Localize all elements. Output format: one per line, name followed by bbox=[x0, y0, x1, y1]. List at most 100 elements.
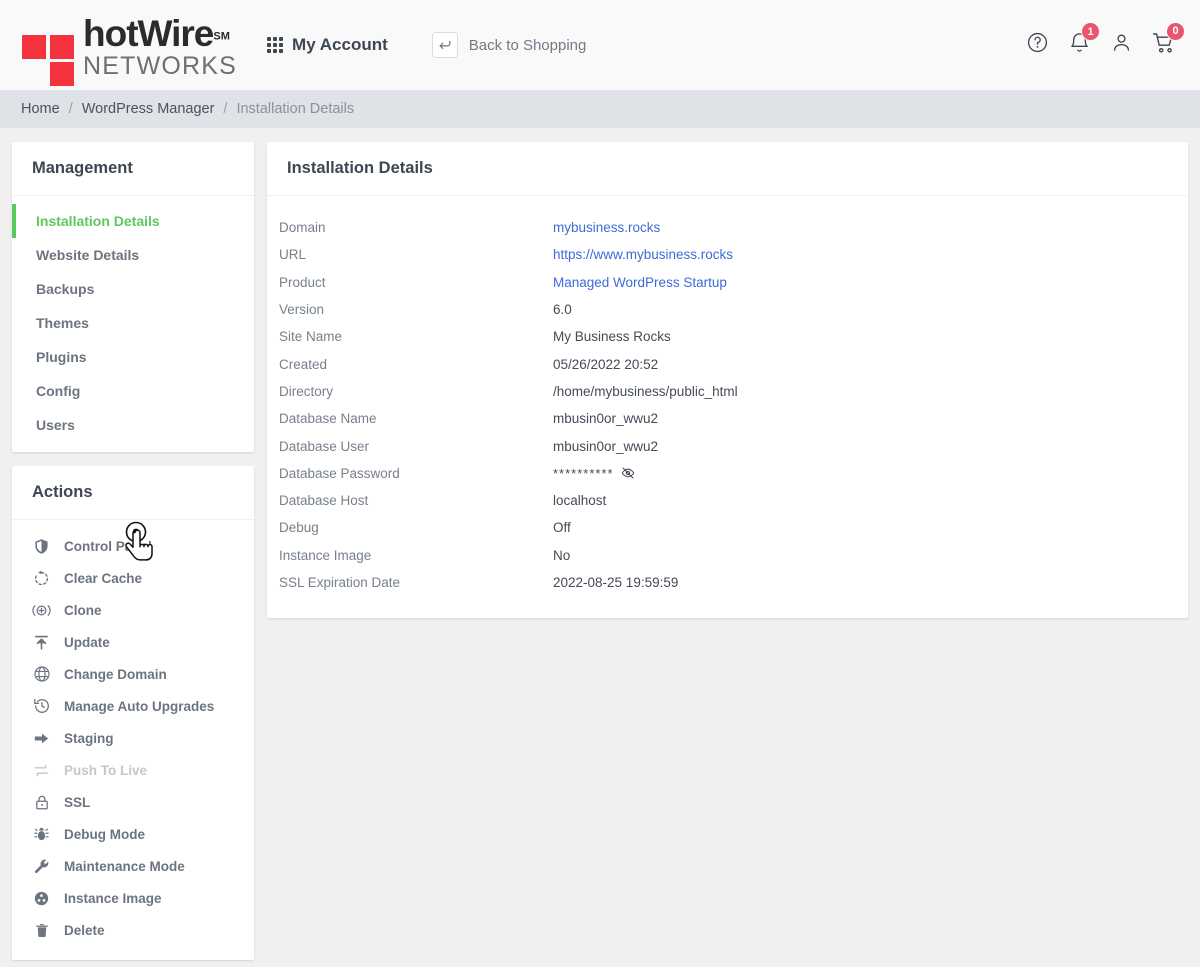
actions-panel: Actions Control Panel Clear Cache Clone … bbox=[12, 466, 254, 960]
action-label: Maintenance Mode bbox=[64, 858, 185, 874]
shield-icon bbox=[32, 537, 51, 556]
table-row: Debug Off bbox=[279, 514, 1168, 541]
row-label: SSL Expiration Date bbox=[279, 575, 401, 590]
action-clone[interactable]: Clone bbox=[12, 594, 254, 626]
action-label: Clone bbox=[64, 602, 102, 618]
masked-password: ********** bbox=[553, 465, 614, 481]
main-content: Installation Details Domain mybusiness.r… bbox=[267, 142, 1188, 619]
notifications-bell-icon[interactable]: 1 bbox=[1068, 22, 1100, 59]
action-label: Delete bbox=[64, 922, 105, 938]
row-value-domain[interactable]: mybusiness.rocks bbox=[553, 220, 660, 235]
action-debug-mode[interactable]: Debug Mode bbox=[12, 818, 254, 850]
actions-title: Actions bbox=[12, 466, 254, 520]
row-label: Domain bbox=[279, 220, 326, 236]
help-icon[interactable] bbox=[1026, 31, 1049, 59]
table-row: Database Password ********** bbox=[279, 460, 1168, 487]
row-value-created: 05/26/2022 20:52 bbox=[553, 356, 659, 372]
sidebar-item-website-details[interactable]: Website Details bbox=[12, 238, 254, 272]
lock-icon bbox=[32, 793, 51, 812]
table-row: Created 05/26/2022 20:52 bbox=[279, 350, 1168, 377]
shopping-cart-icon[interactable]: 0 bbox=[1152, 21, 1185, 60]
action-control-panel[interactable]: Control Panel bbox=[12, 530, 254, 562]
breadcrumb-separator: / bbox=[223, 101, 228, 117]
action-delete[interactable]: Delete bbox=[12, 914, 254, 946]
user-account-icon[interactable] bbox=[1110, 31, 1133, 59]
sidebar-item-themes[interactable]: Themes bbox=[12, 306, 254, 340]
row-value-product[interactable]: Managed WordPress Startup bbox=[553, 275, 727, 290]
row-label: Database User bbox=[279, 438, 370, 454]
row-value-site-name: My Business Rocks bbox=[553, 329, 671, 345]
action-staging[interactable]: Staging bbox=[12, 722, 254, 754]
management-title: Management bbox=[12, 142, 254, 196]
row-value-url[interactable]: https://www.mybusiness.rocks bbox=[553, 247, 733, 262]
row-label: Database Host bbox=[279, 493, 369, 509]
row-label: Site Name bbox=[279, 329, 343, 345]
action-label: Push To Live bbox=[64, 762, 148, 778]
row-label: Version bbox=[279, 302, 325, 318]
header-icon-group: 1 0 bbox=[1026, 21, 1185, 60]
management-menu: Installation Details Website Details Bac… bbox=[12, 196, 254, 452]
left-sidebar: Management Installation Details Website … bbox=[12, 142, 254, 960]
table-row: Product Managed WordPress Startup bbox=[279, 269, 1168, 296]
table-row: Instance Image No bbox=[279, 542, 1168, 569]
back-to-shopping-button[interactable]: Back to Shopping bbox=[431, 32, 587, 58]
history-clock-icon bbox=[32, 697, 51, 716]
breadcrumb: Home / WordPress Manager / Installation … bbox=[0, 90, 1200, 128]
sidebar-item-installation-details[interactable]: Installation Details bbox=[12, 204, 254, 238]
action-label: Update bbox=[64, 634, 110, 650]
row-value-database-host: localhost bbox=[553, 493, 607, 509]
action-label: Instance Image bbox=[64, 890, 162, 906]
actions-list: Control Panel Clear Cache Clone Update C… bbox=[12, 520, 254, 960]
row-value-ssl-expiration-date: 2022-08-25 19:59:59 bbox=[553, 575, 679, 590]
eye-slash-icon[interactable] bbox=[621, 466, 635, 480]
action-ssl[interactable]: SSL bbox=[12, 786, 254, 818]
sidebar-item-backups[interactable]: Backups bbox=[12, 272, 254, 306]
action-instance-image[interactable]: Instance Image bbox=[12, 882, 254, 914]
row-label: Instance Image bbox=[279, 547, 372, 563]
sidebar-item-config[interactable]: Config bbox=[12, 374, 254, 408]
back-to-shopping-label: Back to Shopping bbox=[468, 36, 587, 54]
brand-logo[interactable]: hotWireSM NETWORKS bbox=[22, 11, 238, 86]
breadcrumb-item-home[interactable]: Home bbox=[21, 101, 60, 117]
table-row: Database Host localhost bbox=[279, 487, 1168, 514]
grid-icon bbox=[267, 37, 284, 53]
trash-icon bbox=[32, 921, 51, 940]
action-push-to-live: Push To Live bbox=[12, 754, 254, 786]
upload-arrow-icon bbox=[32, 633, 51, 652]
sidebar-item-users[interactable]: Users bbox=[12, 408, 254, 442]
row-label: Created bbox=[279, 356, 328, 372]
instance-image-icon bbox=[32, 889, 51, 908]
action-update[interactable]: Update bbox=[12, 626, 254, 658]
breadcrumb-item-wordpress-manager[interactable]: WordPress Manager bbox=[82, 101, 215, 117]
table-row: Database User mbusin0or_wwu2 bbox=[279, 432, 1168, 459]
logo-name-bottom: NETWORKS bbox=[83, 52, 238, 80]
cart-badge: 0 bbox=[1166, 21, 1185, 41]
breadcrumb-item-installation-details: Installation Details bbox=[236, 101, 355, 117]
action-clear-cache[interactable]: Clear Cache bbox=[12, 562, 254, 594]
row-label: Product bbox=[279, 274, 326, 290]
refresh-icon bbox=[32, 569, 51, 588]
my-account-nav[interactable]: My Account bbox=[267, 35, 388, 55]
row-label: Database Name bbox=[279, 411, 377, 427]
table-row: Database Name mbusin0or_wwu2 bbox=[279, 405, 1168, 432]
table-row: Site Name My Business Rocks bbox=[279, 323, 1168, 350]
action-manage-auto-upgrades[interactable]: Manage Auto Upgrades bbox=[12, 690, 254, 722]
action-label: Manage Auto Upgrades bbox=[64, 698, 215, 714]
logo-name-top: hotWire bbox=[83, 13, 214, 54]
sidebar-item-plugins[interactable]: Plugins bbox=[12, 340, 254, 374]
action-change-domain[interactable]: Change Domain bbox=[12, 658, 254, 690]
table-row: Version 6.0 bbox=[279, 296, 1168, 323]
swap-arrows-icon bbox=[32, 761, 51, 780]
action-label: Staging bbox=[64, 730, 114, 746]
row-value-debug: Off bbox=[553, 520, 571, 536]
breadcrumb-separator: / bbox=[68, 101, 73, 117]
row-value-version: 6.0 bbox=[553, 302, 572, 318]
row-value-instance-image: No bbox=[553, 547, 571, 563]
table-row: Directory /home/mybusiness/public_html bbox=[279, 378, 1168, 405]
page-title: Installation Details bbox=[267, 142, 1188, 196]
bug-icon bbox=[32, 825, 51, 844]
action-label: Control Panel bbox=[64, 538, 152, 554]
action-maintenance-mode[interactable]: Maintenance Mode bbox=[12, 850, 254, 882]
row-value-database-name: mbusin0or_wwu2 bbox=[553, 411, 659, 427]
page-body: Management Installation Details Website … bbox=[0, 128, 1200, 960]
